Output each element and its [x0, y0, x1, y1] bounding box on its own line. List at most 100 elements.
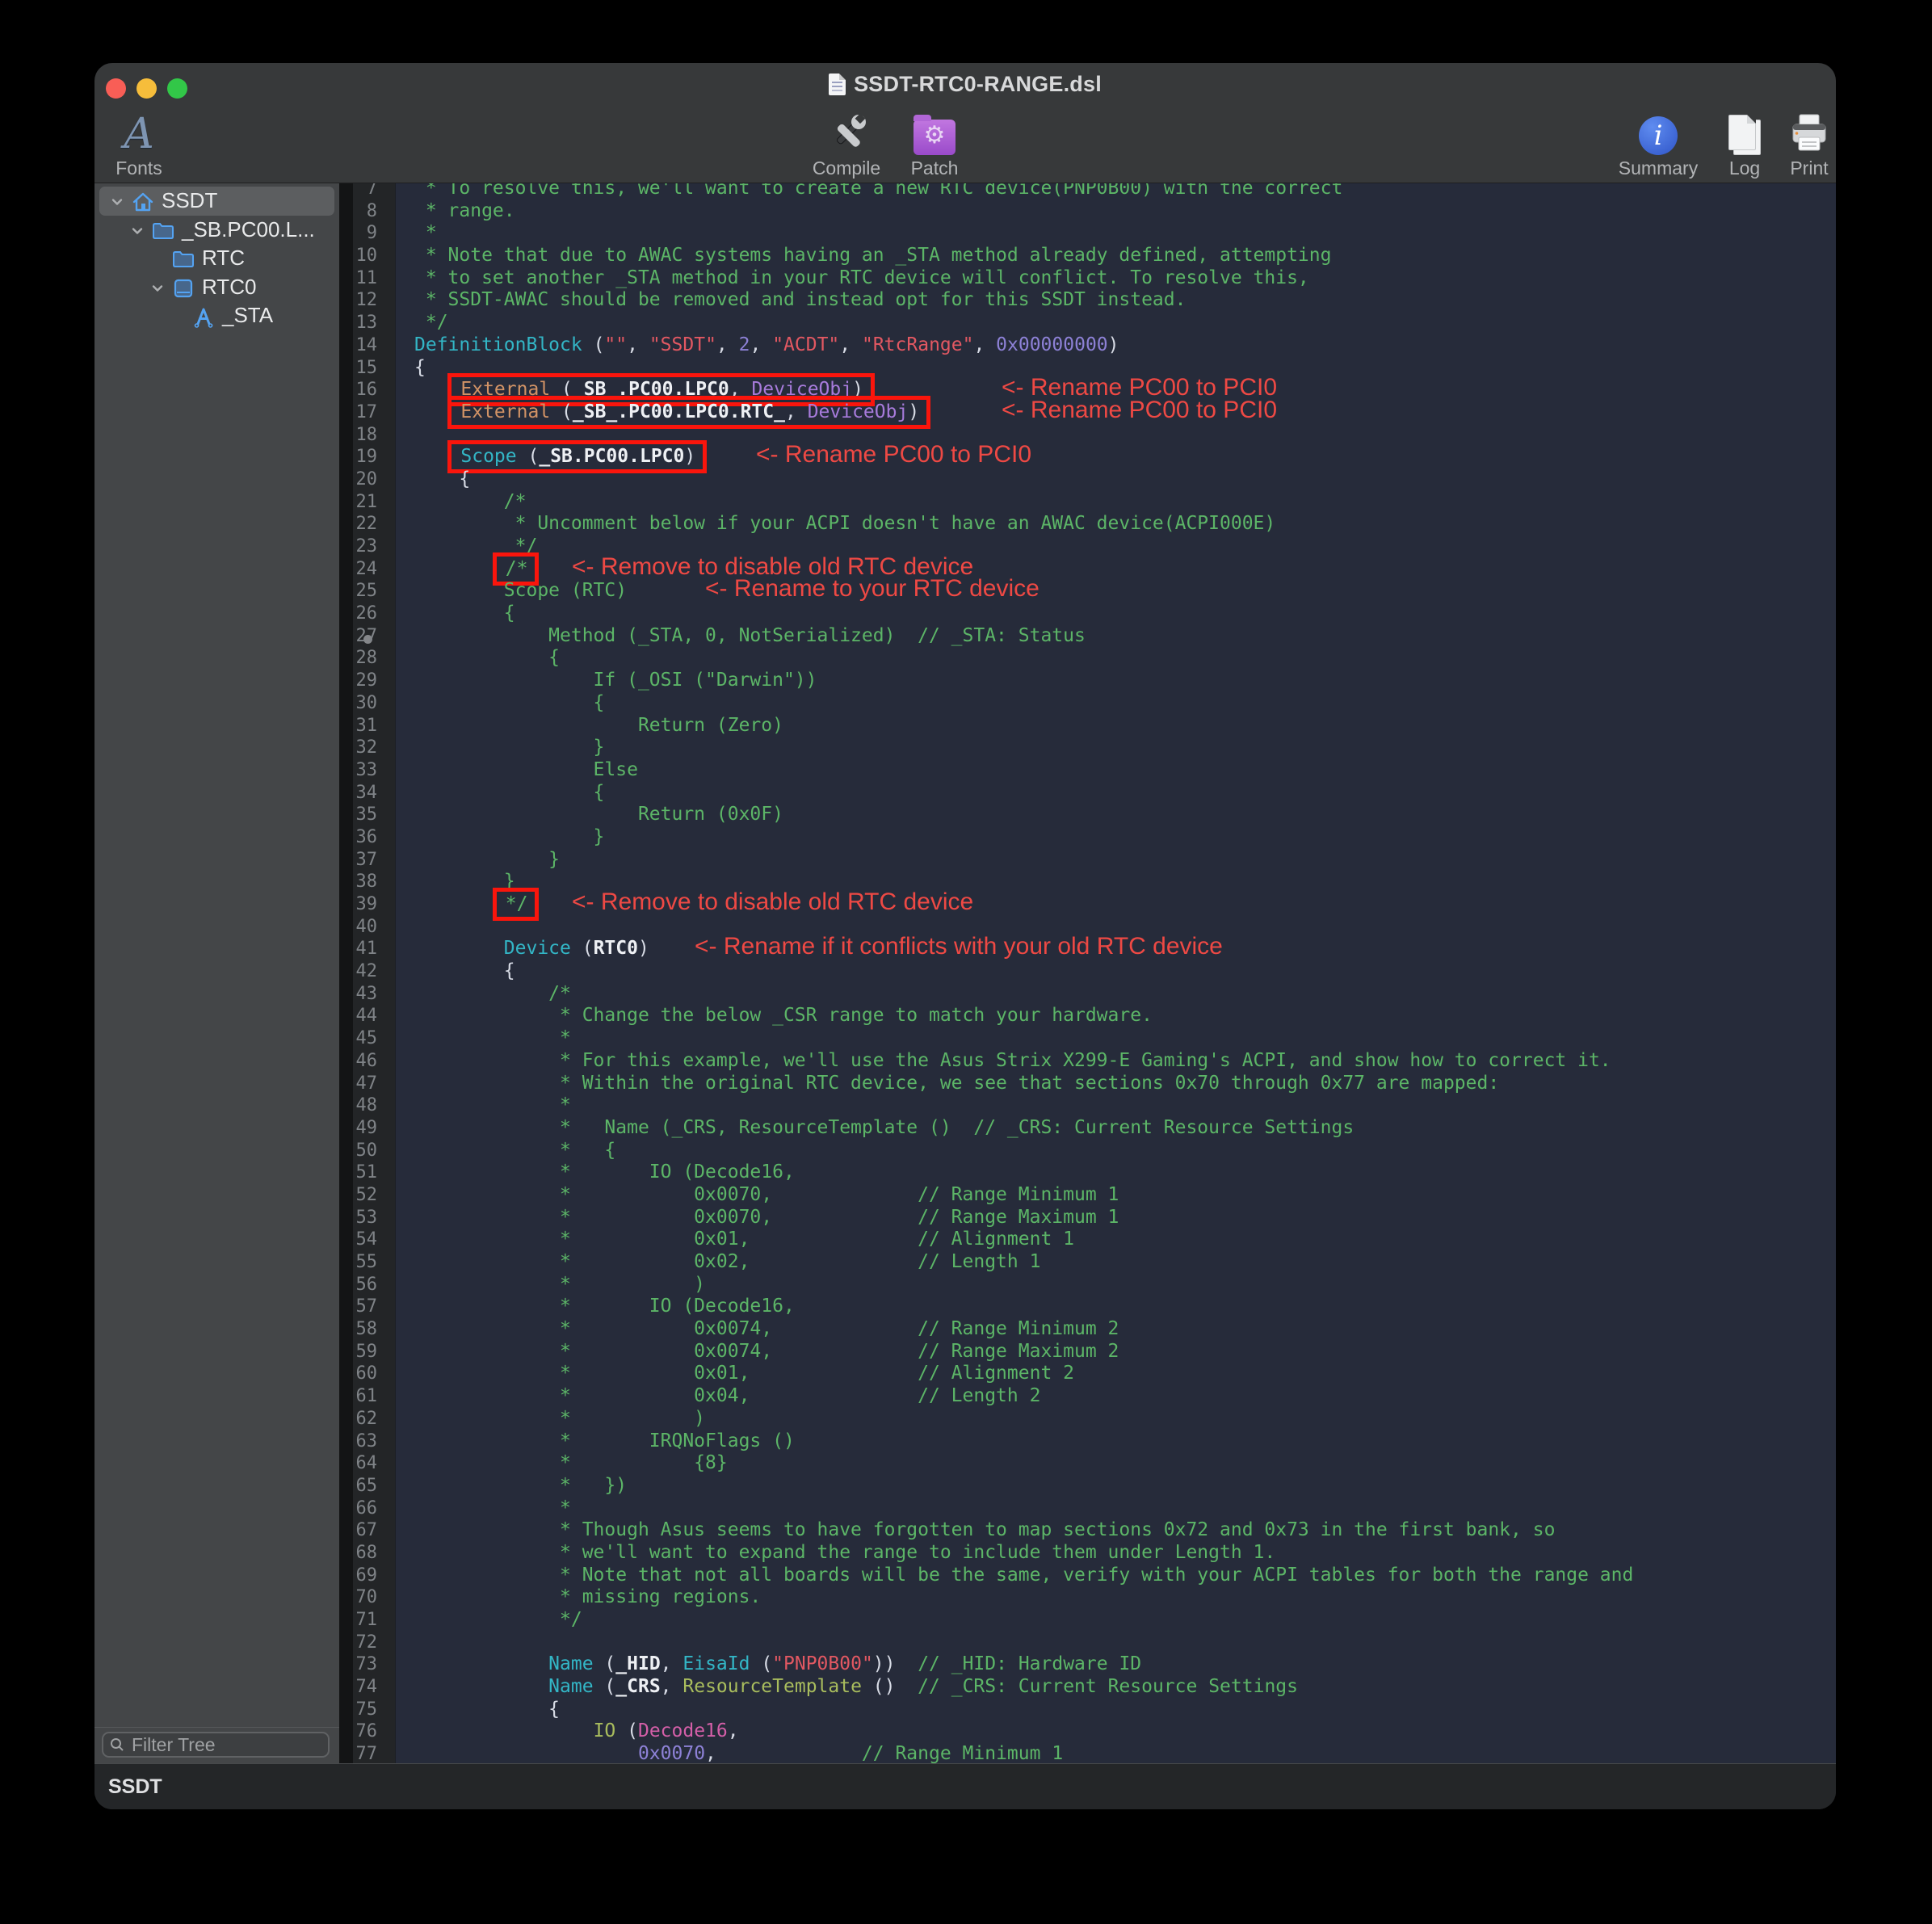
code-token: */: [506, 893, 528, 914]
code-token: * 0x0074, // Range Maximum 2: [414, 1341, 1119, 1362]
sidebar-item-rtc0[interactable]: RTC0: [99, 273, 334, 302]
search-icon: [110, 1737, 124, 1752]
code-line: 71 */: [339, 1609, 1836, 1632]
line-number: 12: [339, 289, 377, 312]
code-token: _SB.PC00.LPC0: [539, 446, 684, 467]
compile-button[interactable]: Compile: [802, 110, 891, 179]
code-line: 38 }: [339, 871, 1836, 893]
patch-button[interactable]: ⚙ Patch: [890, 110, 979, 179]
code-token: * }): [414, 1475, 627, 1496]
title-bar: SSDT-RTC0-RANGE.dsl: [94, 63, 1836, 105]
sidebar-item-rtc[interactable]: RTC: [99, 244, 334, 273]
sidebar-item-ssdt[interactable]: SSDT: [99, 187, 334, 216]
code-token: Name: [548, 1653, 604, 1674]
info-icon: i: [1639, 116, 1678, 155]
code-token: * 0x01, // Alignment 2: [414, 1363, 1074, 1384]
code-token: Else: [414, 759, 638, 780]
code-token: Scope (RTC): [414, 580, 627, 601]
code-line: 46 * For this example, we'll use the Asu…: [339, 1050, 1836, 1073]
code-token: {: [414, 647, 560, 668]
filter-tree-field[interactable]: [102, 1732, 330, 1758]
code-line: 13 */: [339, 312, 1836, 334]
code-token: Device: [504, 938, 582, 959]
code-token: ,: [661, 1676, 683, 1697]
code-text: * 0x0074, // Range Minimum 2: [414, 1318, 1119, 1341]
line-number: 76: [339, 1720, 377, 1743]
code-token: "ACDT": [772, 334, 839, 355]
code-line: 30 {: [339, 692, 1836, 715]
code-text: * IO (Decode16,: [414, 1162, 795, 1184]
code-token: * to set another _STA method in your RTC…: [414, 267, 1309, 288]
chevron-down-icon[interactable]: [129, 223, 145, 239]
code-line: 75 {: [339, 1699, 1836, 1721]
code-token: /*: [414, 491, 526, 512]
code-text: /*: [414, 491, 526, 514]
line-number: 24: [339, 558, 377, 581]
code-token: // Range Minimum 1: [716, 1743, 1063, 1763]
sidebar-divider: [94, 1727, 339, 1728]
code-text: * 0x01, // Alignment 2: [414, 1363, 1074, 1385]
code-token: Method (_STA, 0, NotSerialized) // _STA:…: [414, 625, 1086, 646]
toolbar: A Fonts Compile ⚙ Patch i Summary: [94, 105, 1836, 183]
code-token: * {: [414, 1140, 615, 1161]
code-line: 77 0x0070, // Range Minimum 1: [339, 1743, 1836, 1763]
line-number: 48: [339, 1094, 377, 1117]
line-number: 14: [339, 334, 377, 357]
code-line: 50 * {: [339, 1140, 1836, 1162]
code-text: * Note that due to AWAC systems having a…: [414, 245, 1331, 267]
code-token: (: [604, 1676, 615, 1697]
code-token: ): [1108, 334, 1119, 355]
line-number: 53: [339, 1207, 377, 1229]
code-token: * 0x01, // Alignment 1: [414, 1229, 1074, 1250]
code-text: External (_SB_.PC00.LPC0.RTC_, DeviceObj…: [414, 401, 930, 424]
line-number: 17: [339, 401, 377, 424]
code-line: 64 * {8}: [339, 1452, 1836, 1475]
code-line: 76 IO (Decode16,: [339, 1720, 1836, 1743]
code-token: External: [460, 401, 561, 422]
code-line: 69 * Note that not all boards will be th…: [339, 1565, 1836, 1587]
code-token: *: [414, 1498, 571, 1519]
code-text: * 0x0070, // Range Maximum 1: [414, 1207, 1119, 1229]
code-token: * IRQNoFlags (): [414, 1430, 795, 1451]
editor-pane[interactable]: 7 * To resolve this, we'll want to creat…: [339, 183, 1836, 1763]
code-line: 7 * To resolve this, we'll want to creat…: [339, 183, 1836, 200]
code-token: (: [582, 938, 594, 959]
annotation-text: <- Remove to disable old RTC device: [572, 556, 973, 578]
code-line: 32 }: [339, 737, 1836, 759]
summary-button[interactable]: i Summary: [1614, 110, 1703, 179]
line-number: 51: [339, 1162, 377, 1184]
code-text: {: [414, 1699, 560, 1721]
sidebar-item--sb-pc00-l-[interactable]: _SB.PC00.L...: [99, 216, 334, 245]
code-text: *: [414, 222, 437, 245]
code-text: * we'll want to expand the range to incl…: [414, 1542, 1275, 1565]
line-number: 71: [339, 1609, 377, 1632]
code-token: If (_OSI ("Darwin")): [414, 670, 817, 691]
code-token: * IO (Decode16,: [414, 1296, 795, 1317]
code-line: 17 External (_SB_.PC00.LPC0.RTC_, Device…: [339, 401, 1836, 424]
fonts-button[interactable]: A Fonts: [94, 110, 183, 179]
line-number: 36: [339, 826, 377, 849]
code-line: 68 * we'll want to expand the range to i…: [339, 1542, 1836, 1565]
code-line: 54 * 0x01, // Alignment 1: [339, 1229, 1836, 1251]
line-number: 21: [339, 491, 377, 514]
line-number: 54: [339, 1229, 377, 1251]
line-number: 56: [339, 1274, 377, 1296]
code-token: // _CRS: Current Resource Settings: [895, 1676, 1298, 1697]
code-token: [414, 1720, 594, 1741]
line-number: 66: [339, 1498, 377, 1520]
code-text: * missing regions.: [414, 1586, 761, 1609]
app-window: SSDT-RTC0-RANGE.dsl A Fonts Compile ⚙: [94, 63, 1836, 1809]
tree-item-label: _SB.PC00.L...: [182, 217, 315, 242]
line-number: 27: [339, 625, 377, 648]
code-line: 20 {: [339, 468, 1836, 491]
line-number: 39: [339, 893, 377, 916]
code-text: *: [414, 1498, 571, 1520]
print-button[interactable]: Print: [1765, 110, 1836, 179]
line-number: 44: [339, 1005, 377, 1027]
code-text: {: [414, 468, 470, 491]
filter-tree-input[interactable]: [130, 1733, 308, 1757]
chevron-down-icon[interactable]: [109, 194, 125, 210]
code-line: 60 * 0x01, // Alignment 2: [339, 1363, 1836, 1385]
sidebar-item--sta[interactable]: _STA: [99, 301, 334, 330]
chevron-down-icon[interactable]: [149, 280, 166, 296]
